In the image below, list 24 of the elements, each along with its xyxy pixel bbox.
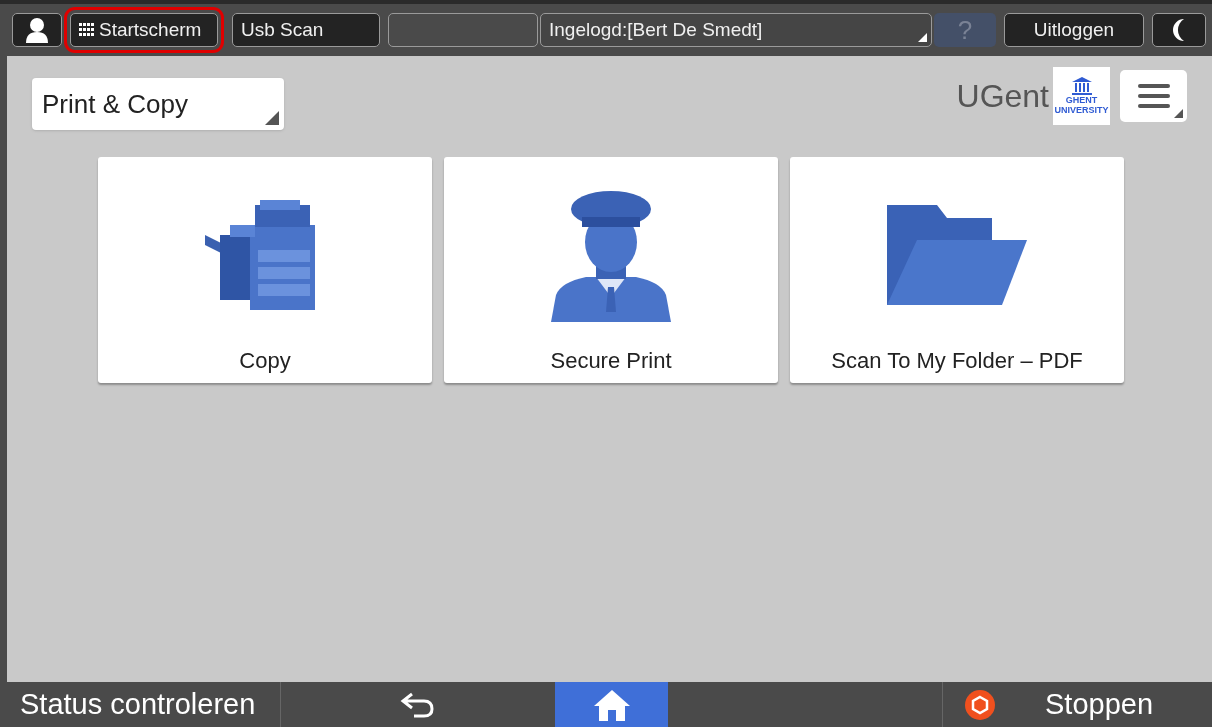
corner-caret-icon [265, 111, 279, 125]
login-dropdown[interactable]: Ingelogd:[Bert De Smedt] [540, 13, 932, 47]
menu-button[interactable] [1120, 70, 1187, 122]
status-button[interactable]: Status controleren [0, 682, 281, 727]
menu-icon [1137, 84, 1170, 108]
user-button[interactable] [12, 13, 62, 47]
university-logo: GHENT UNIVERSITY [1053, 67, 1110, 125]
corner-caret-icon [1174, 109, 1183, 118]
stop-button[interactable]: Stoppen [942, 682, 1212, 727]
category-dropdown[interactable]: Print & Copy [32, 78, 284, 130]
app-tile[interactable]: Secure Print [444, 157, 778, 383]
toolbar-button[interactable]: Uitloggen [1004, 13, 1144, 47]
grid-icon [79, 23, 95, 37]
night-mode-button[interactable] [1152, 13, 1206, 47]
toolbar-button[interactable]: Usb Scan [232, 13, 380, 47]
user-icon [25, 17, 49, 43]
corner-caret-icon [918, 33, 927, 42]
brand-name: UGent [956, 77, 1049, 116]
building-icon [1071, 77, 1092, 95]
app-tile[interactable]: Scan To My Folder – PDF [790, 157, 1124, 383]
app-tile[interactable]: Copy [98, 157, 432, 383]
stop-icon [965, 689, 995, 720]
home-button[interactable] [555, 682, 668, 727]
back-arrow-icon [400, 691, 436, 718]
